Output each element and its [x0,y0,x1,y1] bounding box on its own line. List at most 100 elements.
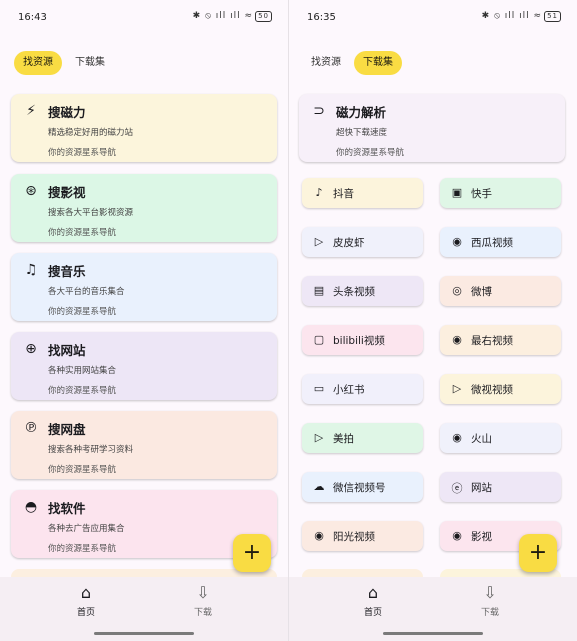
video-play-icon: ▷ [314,235,324,248]
grid-item-wechat-channels[interactable]: ☁ 微信视频号 [302,472,423,502]
grid-item-xigua[interactable]: ◉ 西瓜视频 [440,227,561,257]
nav-home[interactable]: ⌂ 首页 [56,583,116,618]
pinterest-icon: ℗ [24,420,38,436]
bottom-navigation: ⌂ 首页 ⇩ 下载 [0,577,288,641]
grid-item-yangguang[interactable]: ◉ 阳光视频 [302,521,423,551]
music-note-icon: ♫ [24,262,38,278]
magnet-icon: ⊃ [313,103,325,119]
grid-item-douyin[interactable]: ♪ 抖音 [302,178,423,208]
nav-download[interactable]: ⇩ 下载 [173,583,233,618]
grid-item-website[interactable]: ⓔ 网站 [440,472,561,502]
play-circle-icon: ◉ [314,529,324,542]
nav-label: 首页 [363,608,382,618]
card-footer: 你的资源星系导航 [48,148,117,158]
add-fab-button[interactable]: + [233,534,271,572]
home-icon: ⌂ [367,583,379,602]
card-description: 各种去广告应用集合 [48,524,125,534]
nav-label: 首页 [76,608,95,618]
card-title: 搜磁力 [48,105,86,120]
nav-home[interactable]: ⌂ 首页 [343,583,403,618]
card-footer: 你的资源星系导航 [48,307,117,317]
grid-item-label: 影视 [471,531,492,543]
grid-item-label: 网站 [471,482,492,494]
status-bar: 16:35 ✱ ⦸ ıll ıll ≈51 [289,0,577,34]
play-circle-icon: ◉ [452,431,462,444]
grid-item-label: bilibili视频 [333,335,385,347]
tab-find-resources[interactable]: 找资源 [14,51,62,75]
status-icons: ✱ ⦸ ıll ıll ≈51 [482,11,561,22]
card-footer: 你的资源星系导航 [48,465,117,475]
cloud-icon: ☁ [313,480,325,493]
video-box-icon: ▭ [313,382,325,395]
find-resources-screen: 16:43 ✱ ⦸ ıll ıll ≈50 找资源 下载集 ⚡ 搜磁力 精选稳定好… [0,0,288,641]
status-time: 16:43 [18,12,47,23]
tab-download-collection[interactable]: 下载集 [66,51,114,75]
download-icon: ⇩ [196,583,210,602]
grid-item-toutiao[interactable]: ▤ 头条视频 [302,276,423,306]
grid-item-weibo[interactable]: ◎ 微博 [440,276,561,306]
card-search-netdisk[interactable]: ℗ 搜网盘 搜索各种考研学习资料 你的资源星系导航 [11,411,277,479]
card-title: 搜网盘 [48,422,86,437]
nav-download[interactable]: ⇩ 下载 [460,583,520,618]
download-collection-screen: 16:35 ✱ ⦸ ıll ıll ≈51 找资源 下载集 ⊃ 磁力解析 超快下载… [289,0,577,641]
grid-item-label: 皮皮虾 [333,237,365,249]
grid-item-label: 微博 [471,286,492,298]
home-indicator[interactable] [383,632,483,635]
status-icons: ✱ ⦸ ıll ıll ≈50 [193,11,272,22]
download-tools-list[interactable]: ⊃ 磁力解析 超快下载速度 你的资源星系导航 ♪ 抖音 ▣ 快手 ▷ 皮皮虾 ◉ 西瓜视… [289,92,577,577]
grid-item-peek [302,569,423,577]
resource-card-list[interactable]: ⚡ 搜磁力 精选稳定好用的磁力站 你的资源星系导航 ⊛ 搜影视 搜索各大平台影视… [0,92,288,577]
grid-item-bilibili[interactable]: ▢ bilibili视频 [302,325,423,355]
bottom-navigation: ⌂ 首页 ⇩ 下载 [289,577,577,641]
card-description: 各大平台的音乐集合 [48,287,125,297]
kuaishou-icon: ▣ [451,186,463,199]
grid-item-label: 小红书 [333,384,365,396]
card-search-music[interactable]: ♫ 搜音乐 各大平台的音乐集合 你的资源星系导航 [11,253,277,321]
card-title: 搜影视 [48,185,86,200]
grid-item-xiaohongshu[interactable]: ▭ 小红书 [302,374,423,404]
grid-item-pipixia[interactable]: ▷ 皮皮虾 [302,227,423,257]
battery-icon: 51 [544,11,561,22]
play-circle-icon: ◉ [452,235,462,248]
card-footer: 你的资源星系导航 [48,228,117,238]
grid-item-weishi[interactable]: ▷ 微视视频 [440,374,561,404]
card-footer: 你的资源星系导航 [48,386,117,396]
card-title: 搜音乐 [48,264,86,279]
card-description: 精选稳定好用的磁力站 [48,128,134,138]
tab-download-collection[interactable]: 下载集 [354,51,402,75]
grid-item-meipai[interactable]: ▷ 美拍 [302,423,423,453]
battery-icon: 50 [255,11,272,22]
card-description: 搜索各大平台影视资源 [48,208,134,218]
home-indicator[interactable] [94,632,194,635]
download-icon: ⇩ [483,583,497,602]
grid-item-label: 西瓜视频 [471,237,513,249]
grid-item-zuiyou[interactable]: ◉ 最右视频 [440,325,561,355]
grid-item-label: 阳光视频 [333,531,375,543]
nav-label: 下载 [480,608,499,618]
card-search-video[interactable]: ⊛ 搜影视 搜索各大平台影视资源 你的资源星系导航 [11,174,277,242]
status-bar: 16:43 ✱ ⦸ ıll ıll ≈50 [0,0,288,34]
grid-item-huoshan[interactable]: ◉ 火山 [440,423,561,453]
grid-item-kuaishou[interactable]: ▣ 快手 [440,178,561,208]
grid-item-label: 微视视频 [471,384,513,396]
card-magnet-parse[interactable]: ⊃ 磁力解析 超快下载速度 你的资源星系导航 [299,94,565,162]
tab-find-resources[interactable]: 找资源 [302,51,350,75]
card-footer: 你的资源星系导航 [48,544,117,554]
film-reel-icon: ⊛ [25,183,37,199]
card-title: 磁力解析 [336,105,387,120]
card-find-websites[interactable]: ⊕ 找网站 各种实用网站集合 你的资源星系导航 [11,332,277,400]
home-icon: ⌂ [80,583,92,602]
card-description: 超快下载速度 [336,128,388,138]
news-icon: ▤ [313,284,325,297]
nav-label: 下载 [193,608,212,618]
card-search-magnet[interactable]: ⚡ 搜磁力 精选稳定好用的磁力站 你的资源星系导航 [11,94,277,162]
add-fab-button[interactable]: + [519,534,557,572]
grid-item-label: 美拍 [333,433,354,445]
tiktok-icon: ♪ [315,186,323,199]
edge-icon: ⓔ [451,482,463,495]
grid-item-label: 抖音 [333,188,354,200]
top-tabs: 找资源 下载集 [302,50,406,76]
grid-item-label: 快手 [471,188,492,200]
grid-item-label: 火山 [471,433,492,445]
weibo-icon: ◎ [452,284,462,297]
